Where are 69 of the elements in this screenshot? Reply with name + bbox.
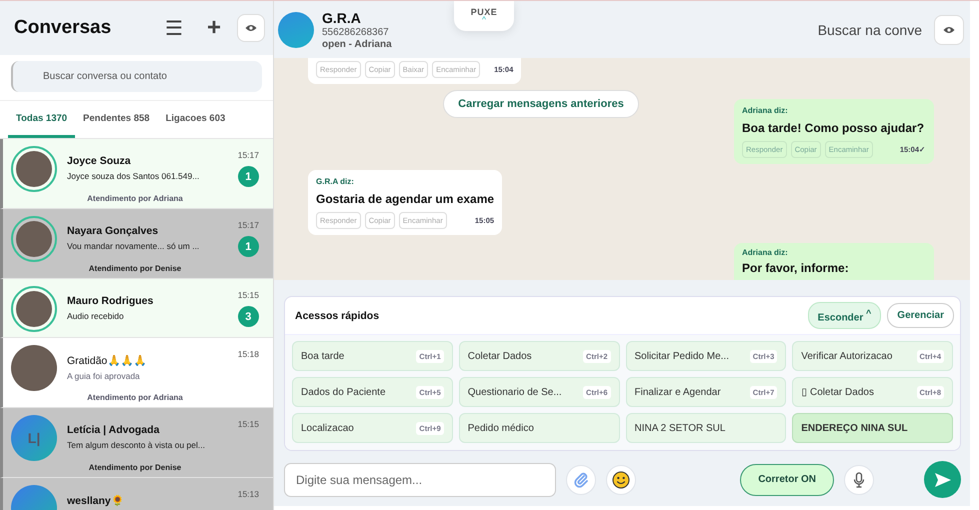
message-preview: Audio recebido (67, 311, 125, 321)
letter-avatar: L| (11, 415, 57, 461)
attendant-label: Atendimento por Adriana (87, 393, 183, 402)
corrector-toggle[interactable]: Corretor ON (740, 464, 834, 496)
message-time: 15:15 (238, 290, 259, 300)
conversation-item[interactable]: Mauro Rodrigues Audio recebido 15:15 3 (0, 279, 273, 338)
message-text: Boa tarde! Como posso ajudar? (742, 121, 926, 135)
sender-label: G.R.A diz: (316, 177, 355, 186)
message-time: 15:17 (238, 220, 259, 230)
filter-tab[interactable]: Ligacoes 603 (158, 101, 234, 138)
visibility-button[interactable] (237, 14, 265, 42)
conversation-item[interactable]: Gratidão🙏🙏🙏 A guia foi aprovada 15:18 Atendimento por Adriana (0, 338, 273, 408)
send-icon (934, 472, 952, 488)
contact-phone: 556286268367 (322, 26, 390, 38)
contact-name: Joyce Souza (67, 155, 132, 167)
message-preview: Vou mandar novamente... só um ... (67, 241, 200, 251)
load-more-button[interactable]: Carregar mensagens anteriores (443, 90, 639, 118)
conversation-item[interactable]: Joyce Souza Joyce souza dos Santos 061.549... 15:17 1 Atendimento por Adriana (0, 139, 273, 209)
sidebar-title: Conversas (14, 17, 112, 39)
message-time: 15:18 (238, 349, 259, 359)
quick-reply-button[interactable]: Pedido médico (458, 413, 620, 444)
contact-name: Letícia | Advogada (67, 424, 160, 436)
manage-button[interactable]: Gerenciar (887, 303, 954, 328)
eye-icon (245, 24, 257, 32)
emoji-button[interactable] (606, 464, 636, 495)
unread-count: 3 (238, 306, 259, 327)
visibility-button[interactable] (934, 14, 964, 44)
contact-name: G.R.A (322, 10, 362, 26)
quick-reply-button[interactable]: ENDEREÇO NINA SUL (792, 413, 953, 444)
eye-icon (943, 26, 955, 34)
search-field[interactable]: Buscar conversa ou contato (11, 61, 262, 92)
quick-reply-button[interactable]: NINA 2 SETOR SUL (626, 413, 786, 444)
filter-tab[interactable]: Pendentes 858 (75, 101, 158, 138)
message-time: 15:15 (238, 419, 259, 429)
message-preview: A guia foi aprovada (67, 371, 141, 381)
conversation-item[interactable]: Nayara Gonçalves Vou mandar novamente... só um ... 15:17 1 Atendimento por Denise (0, 209, 273, 279)
contact-avatar (278, 12, 314, 48)
menu-button[interactable]: ☰ (157, 16, 191, 40)
add-button[interactable]: + (197, 14, 231, 42)
unread-count: 1 (238, 236, 259, 257)
conversation-item[interactable]: L| Letícia | Advogada Tem algum desconto à vista ou pel... 15:15 Atendimento por Denise (0, 408, 273, 478)
message-preview: Tem algum desconto à vista ou pel... (67, 440, 206, 450)
attendant-label: Atendimento por Adriana (87, 194, 183, 203)
conversation-item[interactable]: wesllany🌻 15:13 (0, 478, 273, 510)
microphone-icon (853, 472, 865, 488)
message-text: Por favor, informe: (742, 261, 850, 275)
message-preview: Joyce souza dos Santos 061.549... (67, 171, 200, 181)
contact-name: Mauro Rodrigues (67, 295, 154, 307)
sender-label: Adriana diz: (742, 248, 789, 257)
sender-label: Adriana diz: (742, 106, 789, 115)
attendant-label: Atendimento por Denise (88, 463, 182, 472)
panel-title: Acessos rápidos (295, 310, 380, 322)
unread-count: 1 (238, 166, 259, 187)
message-input[interactable]: Digite sua mensagem... (284, 462, 556, 497)
conversation-search-field[interactable]: Buscar na conve (818, 22, 926, 38)
paperclip-icon (573, 472, 589, 488)
contact-name: Gratidão🙏🙏🙏 (67, 354, 148, 367)
smiley-icon (612, 470, 630, 489)
attendant-label: Atendimento por Denise (88, 264, 182, 273)
contact-name: Nayara Gonçalves (67, 225, 160, 237)
message-time: 15:13 (238, 489, 259, 499)
contact-name: wesllany🌻 (67, 494, 125, 507)
pull-tab[interactable]: PUXE ^ (454, 1, 514, 31)
message-time: 15:17 (238, 150, 259, 160)
microphone-button[interactable] (844, 464, 874, 495)
message-text: Gostaria de agendar um exame (316, 192, 494, 206)
send-button[interactable] (924, 461, 961, 498)
hide-button[interactable]: Esconder $^{^}$ (808, 302, 882, 330)
contact-status: open - Adriana (322, 38, 392, 50)
